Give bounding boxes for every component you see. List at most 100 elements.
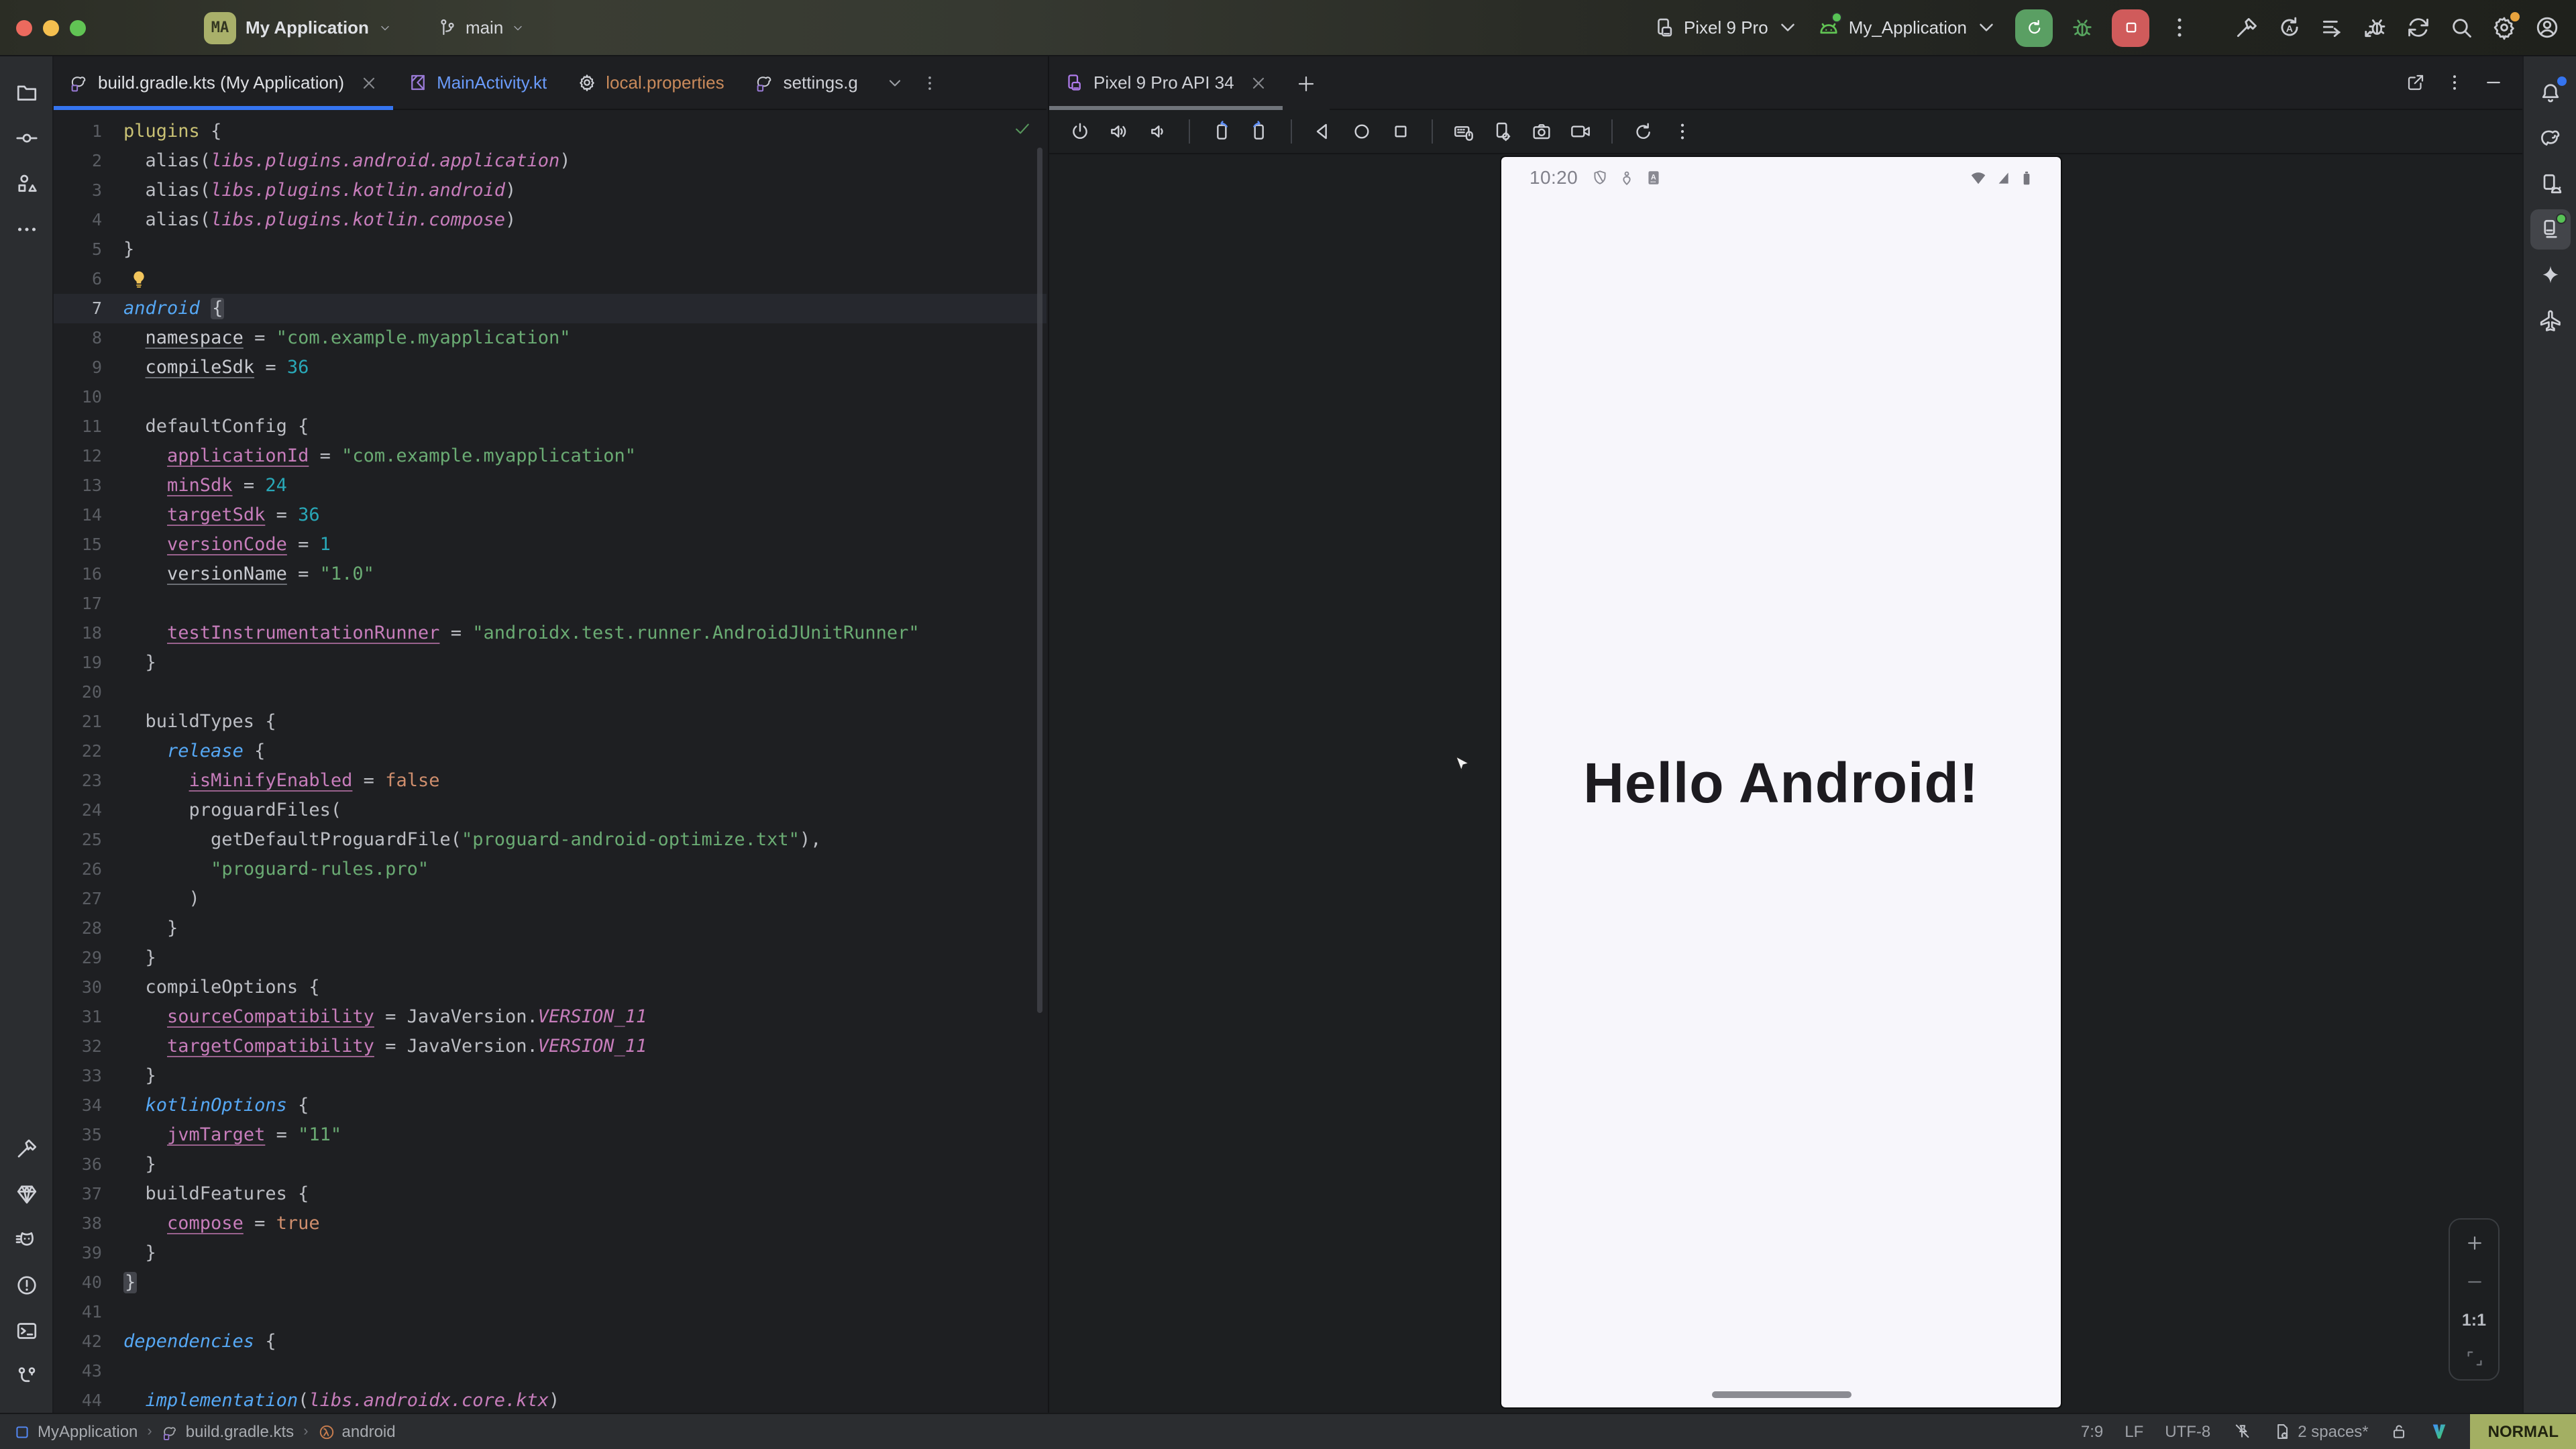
nav-overview-icon[interactable] — [1390, 121, 1411, 142]
tool-stripe-running-devices[interactable] — [2530, 209, 2570, 250]
code-line[interactable]: 20 — [54, 678, 1046, 707]
close-icon[interactable] — [1249, 73, 1268, 92]
volume-down-icon[interactable] — [1147, 121, 1169, 142]
code-line[interactable]: 36 } — [54, 1150, 1046, 1179]
code-line[interactable]: 28 } — [54, 914, 1046, 943]
tool-stripe-logcat-cat[interactable] — [6, 1220, 46, 1260]
code-line[interactable]: 33 } — [54, 1061, 1046, 1091]
editor-tab-4[interactable]: settings.g — [739, 56, 873, 109]
code-line[interactable]: 5} — [54, 235, 1046, 264]
pin-disabled-icon[interactable] — [2232, 1422, 2251, 1441]
tool-stripe-terminal[interactable] — [6, 1311, 46, 1351]
code-line[interactable]: 6 — [54, 264, 1046, 294]
gesture-navigation-handle[interactable] — [1711, 1391, 1851, 1398]
code-line[interactable]: 23 isMinifyEnabled = false — [54, 766, 1046, 796]
tool-stripe-app-quality-gem[interactable] — [6, 1174, 46, 1214]
code-line[interactable]: 18 testInstrumentationRunner = "androidx… — [54, 619, 1046, 648]
inspections-ok-icon[interactable] — [1013, 119, 1032, 138]
code-line[interactable]: 40} — [54, 1268, 1046, 1297]
breadcrumb-item[interactable]: android — [318, 1422, 396, 1441]
line-ending-widget[interactable]: LF — [2125, 1422, 2143, 1441]
code-line[interactable]: 37 buildFeatures { — [54, 1179, 1046, 1209]
more-vertical-icon[interactable] — [2445, 72, 2465, 93]
device-selector[interactable]: Pixel 9 Pro — [1653, 16, 1799, 39]
apply-changes-restart-icon[interactable]: A — [2277, 15, 2302, 40]
code-line[interactable]: 4 alias(libs.plugins.kotlin.compose) — [54, 205, 1046, 235]
settings-icon[interactable] — [2491, 15, 2517, 40]
code-line[interactable]: 24 proguardFiles( — [54, 796, 1046, 825]
power-icon[interactable] — [1069, 121, 1091, 142]
code-line[interactable]: 30 compileOptions { — [54, 973, 1046, 1002]
code-line[interactable]: 10 — [54, 382, 1046, 412]
more-vertical-icon[interactable] — [1672, 121, 1693, 142]
attach-debugger-icon[interactable] — [2363, 15, 2388, 40]
run-configuration-selector[interactable]: My_Application — [1817, 15, 1998, 40]
code-line[interactable]: 25 getDefaultProguardFile("proguard-andr… — [54, 825, 1046, 855]
tool-stripe-gemini-sparkle[interactable] — [2530, 255, 2570, 295]
apply-code-changes-icon[interactable] — [2320, 15, 2345, 40]
add-tab-icon[interactable] — [1296, 73, 1316, 93]
open-in-new-icon[interactable] — [2406, 72, 2426, 93]
code-line[interactable]: 14 targetSdk = 36 — [54, 500, 1046, 530]
tool-stripe-gradle-elephant[interactable] — [2530, 118, 2570, 158]
vim-mode-badge[interactable]: NORMAL — [2471, 1414, 2576, 1449]
tool-stripe-problems[interactable] — [6, 1265, 46, 1305]
caret-position-widget[interactable]: 7:9 — [2081, 1422, 2103, 1441]
emulator-screen[interactable]: 10:20 A Hello Android! — [1501, 157, 2061, 1407]
code-line[interactable]: 27 ) — [54, 884, 1046, 914]
close-icon[interactable] — [359, 73, 378, 92]
tool-stripe-commit[interactable] — [6, 118, 46, 158]
build-hammer-icon[interactable] — [2234, 15, 2259, 40]
code-line[interactable]: 44 implementation(libs.androidx.core.ktx… — [54, 1386, 1046, 1413]
profile-icon[interactable] — [2534, 15, 2560, 40]
hardware-input-icon[interactable] — [1453, 121, 1474, 142]
code-line[interactable]: 16 versionName = "1.0" — [54, 559, 1046, 589]
tool-stripe-version-control[interactable] — [6, 1356, 46, 1397]
minimize-window-button[interactable] — [43, 19, 59, 36]
editor-tab-1[interactable]: build.gradle.kts (My Application) — [54, 56, 392, 109]
rotate-left-icon[interactable] — [1210, 121, 1232, 142]
code-line[interactable]: 43 — [54, 1356, 1046, 1386]
code-line[interactable]: 31 sourceCompatibility = JavaVersion.VER… — [54, 1002, 1046, 1032]
ideavim-icon[interactable] — [2430, 1422, 2449, 1441]
tool-stripe-project-folder[interactable] — [6, 72, 46, 113]
screen-record-icon[interactable] — [1570, 121, 1591, 142]
restart-icon[interactable] — [1633, 121, 1654, 142]
code-line[interactable]: 29 } — [54, 943, 1046, 973]
unlocked-icon[interactable] — [2390, 1422, 2409, 1441]
screenshot-icon[interactable] — [1531, 121, 1552, 142]
intention-bulb-icon[interactable] — [129, 268, 149, 290]
code-line[interactable]: 17 — [54, 589, 1046, 619]
tool-stripe-more-horizontal[interactable] — [6, 209, 46, 250]
tool-stripe-airplane[interactable] — [2530, 301, 2570, 341]
code-line[interactable]: 11 defaultConfig { — [54, 412, 1046, 441]
code-line[interactable]: 1plugins { — [54, 117, 1046, 146]
close-window-button[interactable] — [16, 19, 32, 36]
code-line[interactable]: 19 } — [54, 648, 1046, 678]
nav-home-icon[interactable] — [1351, 121, 1373, 142]
code-line[interactable]: 26 "proguard-rules.pro" — [54, 855, 1046, 884]
debug-button[interactable] — [2070, 15, 2094, 40]
nav-back-icon[interactable] — [1312, 121, 1334, 142]
code-editor[interactable]: 1plugins {2 alias(libs.plugins.android.a… — [54, 110, 1046, 1413]
code-line[interactable]: 38 compose = true — [54, 1209, 1046, 1238]
code-line[interactable]: 13 minSdk = 24 — [54, 471, 1046, 500]
code-line[interactable]: 2 alias(libs.plugins.android.application… — [54, 146, 1046, 176]
editor-tab-2[interactable]: MainActivity.kt — [392, 56, 561, 109]
run-more-options-icon[interactable] — [2167, 15, 2192, 40]
rotate-right-icon[interactable] — [1249, 121, 1271, 142]
code-line[interactable]: 41 — [54, 1297, 1046, 1327]
stop-button[interactable] — [2112, 9, 2149, 46]
chevron-down-icon[interactable] — [886, 73, 905, 92]
tool-stripe-notifications-bell[interactable] — [2530, 72, 2570, 113]
code-line[interactable]: 7android { — [54, 294, 1046, 323]
device-settings-icon[interactable] — [1492, 121, 1513, 142]
breadcrumb-item[interactable]: build.gradle.kts — [162, 1422, 294, 1441]
code-line[interactable]: 12 applicationId = "com.example.myapplic… — [54, 441, 1046, 471]
tool-stripe-device-manager[interactable] — [2530, 164, 2570, 204]
sync-gradle-icon[interactable] — [2406, 15, 2431, 40]
tool-stripe-build-hammer[interactable] — [6, 1128, 46, 1169]
tool-stripe-structure[interactable] — [6, 164, 46, 204]
rerun-button[interactable] — [2015, 9, 2053, 46]
indent-widget[interactable]: 2 spaces* — [2272, 1422, 2368, 1441]
